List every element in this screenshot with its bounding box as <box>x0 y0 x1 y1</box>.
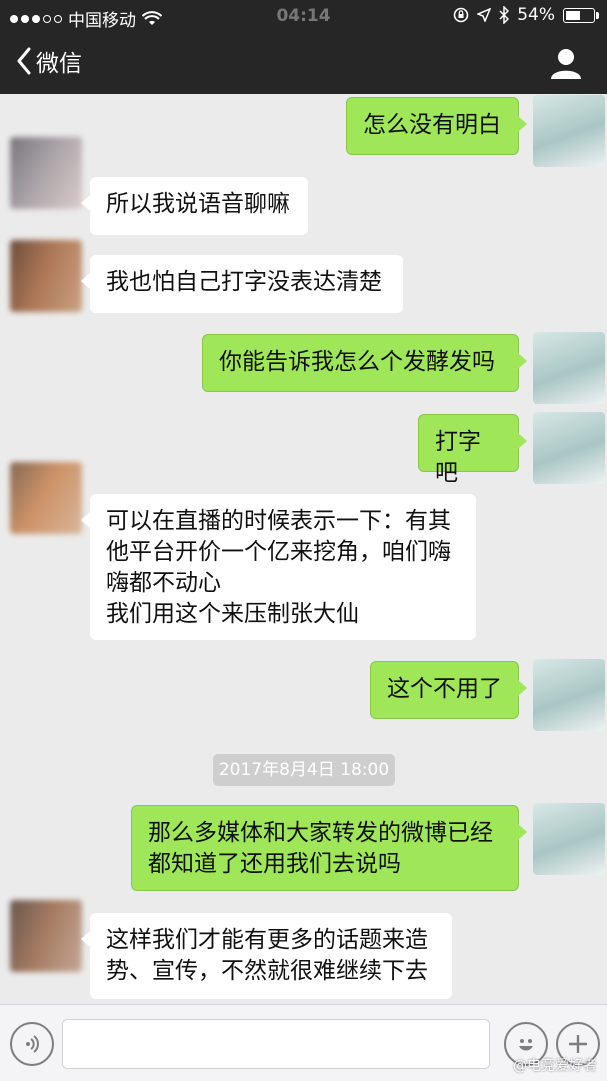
status-bar: 中国移动 04:14 54% <box>0 0 607 32</box>
back-button[interactable]: 微信 <box>16 44 82 78</box>
chat-timestamp: 2017年8月4日 18:00 <box>213 754 395 786</box>
top-bar: 中国移动 04:14 54% 微信 <box>0 0 607 94</box>
back-label: 微信 <box>36 51 82 77</box>
outgoing-bubble[interactable]: 这个不用了 <box>370 661 527 719</box>
battery-percent: 54% <box>517 5 555 25</box>
my-avatar[interactable] <box>533 659 605 731</box>
contact-avatar[interactable] <box>10 137 82 209</box>
my-avatar[interactable] <box>533 803 605 875</box>
input-bar: @电竞爱好者 <box>0 1004 607 1081</box>
incoming-bubble[interactable]: 我也怕自己打字没表达清楚 <box>81 255 403 313</box>
incoming-bubble[interactable]: 所以我说语音聊嘛 <box>81 177 308 235</box>
contact-avatar[interactable] <box>10 462 82 534</box>
bluetooth-icon <box>499 6 510 24</box>
incoming-bubble[interactable]: 可以在直播的时候表示一下：有其 他平台开价一个亿来挖角，咱们嗨 嗨都不动心 我们… <box>81 494 476 640</box>
incoming-bubble[interactable]: 这样我们才能有更多的话题来造 势、宣传，不然就很难继续下去 <box>81 913 452 999</box>
outgoing-bubble[interactable]: 你能告诉我怎么个发酵发吗 <box>202 334 527 392</box>
lock-rotation-icon <box>453 7 469 23</box>
location-icon <box>477 8 492 22</box>
emoji-icon <box>519 1039 533 1051</box>
message-input[interactable] <box>62 1019 490 1069</box>
outgoing-bubble[interactable]: 那么多媒体和大家转发的微博已经 都知道了还用我们去说吗 <box>131 805 527 891</box>
profile-icon[interactable] <box>549 46 583 80</box>
my-avatar[interactable] <box>533 332 605 404</box>
my-avatar[interactable] <box>533 95 605 167</box>
my-avatar[interactable] <box>533 412 605 484</box>
contact-avatar[interactable] <box>10 900 82 972</box>
voice-button[interactable] <box>10 1022 54 1066</box>
outgoing-bubble[interactable]: 怎么没有明白 <box>346 97 527 155</box>
plus-icon <box>569 1035 587 1053</box>
nav-bar: 微信 <box>0 32 607 94</box>
back-chevron-icon <box>17 47 31 75</box>
contact-avatar[interactable] <box>10 240 82 312</box>
outgoing-bubble[interactable]: 打字吧 <box>418 414 527 486</box>
battery-icon <box>563 7 599 23</box>
watermark: @电竞爱好者 <box>513 1058 597 1074</box>
voice-icon <box>26 1035 39 1053</box>
